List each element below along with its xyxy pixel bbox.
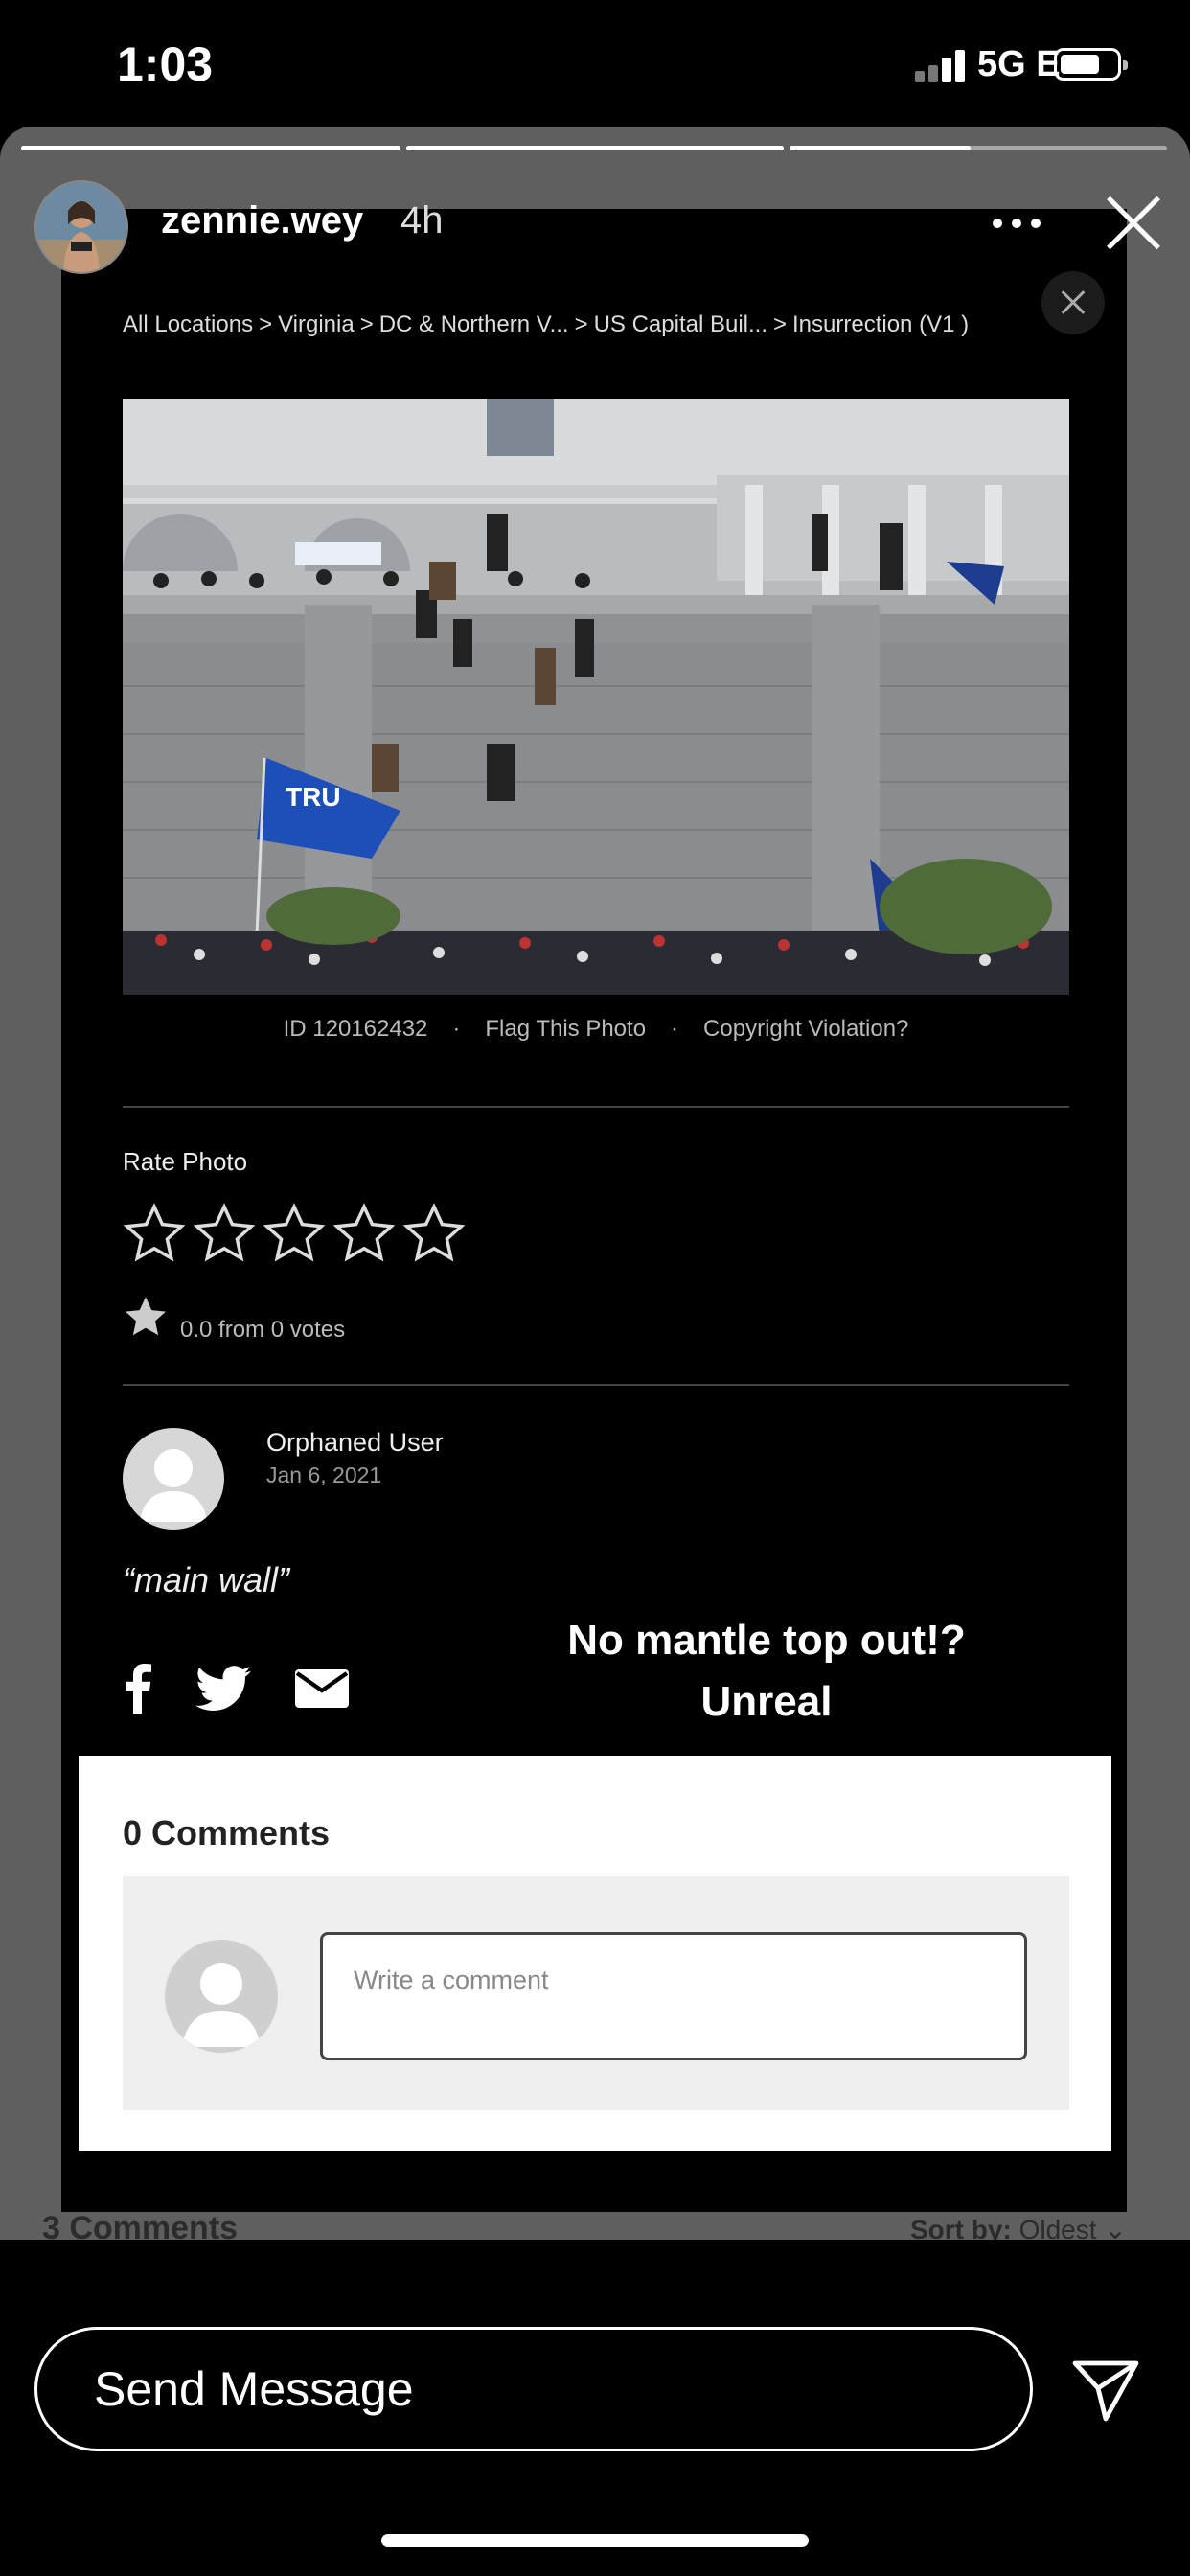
story-progress-2: [406, 146, 784, 150]
star-icon[interactable]: [121, 1200, 188, 1267]
rating-summary: 0.0 from 0 votes: [180, 1317, 346, 1343]
breadcrumb-item[interactable]: US Capital Buil...: [594, 311, 767, 337]
background-comments-heading: 3 Comments: [42, 2210, 239, 2240]
rating-stars[interactable]: [121, 1200, 470, 1269]
story-progress-1: [21, 146, 400, 150]
story-username[interactable]: zennie.wey: [161, 199, 363, 242]
rate-photo-label: Rate Photo: [123, 1147, 248, 1176]
post-date: Jan 6, 2021: [266, 1462, 382, 1487]
breadcrumb-item[interactable]: DC & Northern V...: [379, 311, 569, 337]
divider: [123, 1106, 1069, 1108]
close-story-icon[interactable]: [1104, 194, 1163, 253]
caption-line: No mantle top out!?: [567, 1617, 966, 1664]
star-icon[interactable]: [331, 1200, 398, 1267]
modal-close-icon[interactable]: [1041, 271, 1105, 334]
comment-input[interactable]: Write a comment: [320, 1932, 1027, 2060]
network-label: 5G E: [977, 44, 1061, 84]
email-icon[interactable]: [295, 1669, 349, 1708]
comments-title: 0 Comments: [123, 1813, 331, 1852]
background-sort: Sort by: Oldest ⌄: [910, 2215, 1127, 2240]
copyright-link[interactable]: Copyright Violation?: [703, 1016, 908, 1042]
filled-star-icon: [125, 1297, 167, 1336]
status-time: 1:03: [117, 37, 214, 91]
star-icon[interactable]: [261, 1200, 328, 1267]
breadcrumb-item[interactable]: Insurrection (V1 ): [792, 311, 969, 337]
photo-caption: “main wall”: [123, 1560, 290, 1599]
signal-icon: [915, 46, 973, 82]
facebook-icon[interactable]: [123, 1664, 153, 1714]
photo-meta: ID 120162432 · Flag This Photo · Copyright V…: [283, 1016, 909, 1042]
breadcrumb-item[interactable]: Virginia: [278, 311, 355, 337]
poster-name[interactable]: Orphaned User: [266, 1428, 444, 1458]
story-caption: No mantle top out!? Unreal: [498, 1610, 1035, 1733]
battery-icon: [1054, 48, 1128, 80]
star-icon[interactable]: [400, 1200, 468, 1267]
send-message-placeholder: Send Message: [94, 2362, 414, 2416]
home-indicator: [381, 2534, 809, 2547]
star-icon[interactable]: [191, 1200, 258, 1267]
commenter-avatar: [163, 1938, 280, 2055]
story-avatar[interactable]: [34, 180, 128, 274]
user-avatar[interactable]: [123, 1428, 224, 1530]
photo-id: ID 120162432: [283, 1016, 428, 1042]
route-photo: TRU: [123, 399, 1069, 995]
story-progress-3: [790, 146, 1167, 150]
divider: [123, 1384, 1069, 1386]
send-icon[interactable]: [1071, 2359, 1140, 2423]
story-time-ago: 4h: [400, 199, 444, 242]
svg-text:TRU: TRU: [286, 782, 341, 812]
breadcrumb-item[interactable]: All Locations: [123, 311, 253, 337]
more-options-icon[interactable]: [993, 218, 1041, 228]
twitter-icon[interactable]: [195, 1664, 251, 1714]
breadcrumb: All Locations > Virginia > DC & Northern V..…: [123, 311, 970, 337]
caption-line: Unreal: [700, 1678, 833, 1725]
flag-photo-link[interactable]: Flag This Photo: [485, 1016, 646, 1042]
